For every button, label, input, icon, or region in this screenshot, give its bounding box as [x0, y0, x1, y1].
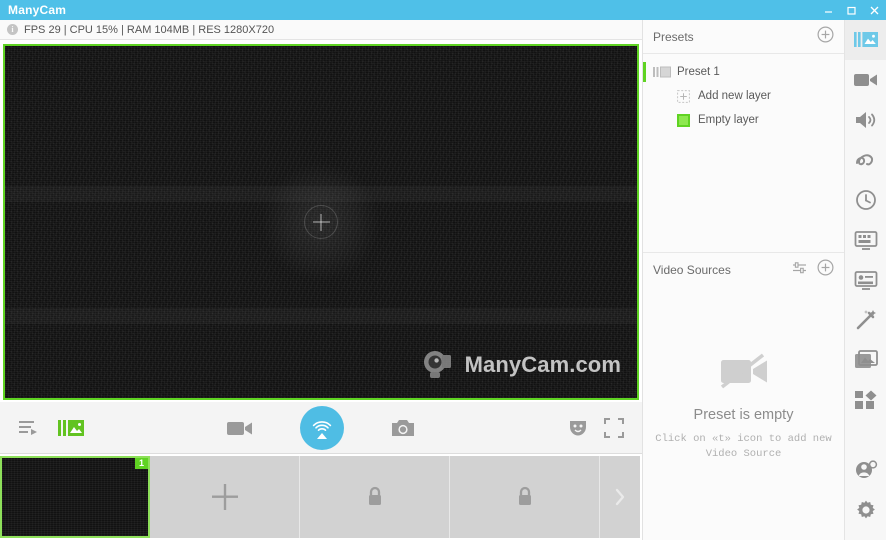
lower-third-icon [854, 270, 877, 290]
lock-icon [518, 486, 531, 505]
squiggle-draw-icon [855, 154, 873, 166]
add-source-overlay[interactable] [261, 162, 381, 282]
sidebar-item-objects[interactable] [845, 380, 886, 420]
title-bar: ManyCam [0, 0, 886, 20]
sidebar-rail [844, 20, 886, 540]
presets-list: Preset 1 Add new layer Empty layer [643, 54, 844, 132]
sidebar-item-effects[interactable] [845, 300, 886, 340]
preset-thumbnail-locked-2[interactable] [450, 456, 600, 538]
account-icon [855, 460, 877, 478]
presets-panel-header: Presets [643, 20, 844, 54]
video-sources-title: Video Sources [653, 263, 731, 277]
sidebar-item-settings[interactable] [845, 490, 886, 530]
manycam-window: ManyCam i FPS 29 | CPU 15% | RAM 104MB |… [0, 0, 886, 540]
empty-layer-label: Empty layer [698, 114, 759, 126]
info-icon[interactable]: i [7, 24, 18, 35]
snapshot-button[interactable] [390, 417, 416, 439]
source-settings-button[interactable] [792, 261, 808, 280]
gear-icon [856, 500, 875, 519]
watermark: ManyCam.com [421, 350, 621, 380]
video-sources-empty-title: Preset is empty [693, 407, 794, 423]
presets-panel-title: Presets [653, 29, 694, 44]
preset-thumbnail-add[interactable] [150, 456, 300, 538]
sidebar-item-video[interactable] [845, 60, 886, 100]
webcam-icon [423, 351, 451, 378]
camera-off-icon [720, 353, 767, 389]
masks-icon[interactable] [568, 418, 588, 437]
images-icon [854, 350, 878, 368]
playlist-icon[interactable] [18, 418, 40, 438]
plus-icon [304, 205, 338, 239]
preset-thumbnail-strip: 1 [0, 454, 642, 540]
speaker-icon [855, 112, 875, 128]
circle-plus-icon [817, 259, 834, 276]
sidebar-item-audio[interactable] [845, 100, 886, 140]
maximize-button[interactable] [840, 0, 863, 20]
add-new-layer-label: Add new layer [698, 90, 771, 102]
lock-icon [368, 486, 381, 505]
video-camera-icon [853, 74, 877, 86]
preset-number-badge: 1 [134, 458, 148, 469]
sidebar-item-chroma-key[interactable] [845, 220, 886, 260]
right-panel: Presets Preset 1 Add new layer Empty lay… [642, 20, 844, 540]
video-noise-band [5, 308, 637, 324]
preset-thumbnail-locked-1[interactable] [300, 456, 450, 538]
add-video-source-button[interactable] [817, 259, 834, 281]
presets-icon[interactable] [58, 418, 84, 438]
clock-icon [855, 190, 876, 210]
window-controls [817, 0, 886, 20]
active-preset-indicator [643, 62, 646, 82]
fullscreen-icon[interactable] [604, 417, 624, 438]
objects-grid-icon [854, 390, 876, 409]
app-title: ManyCam [8, 3, 67, 17]
main-toolbar [0, 402, 642, 454]
green-layer-icon [677, 113, 690, 127]
sliders-icon [793, 261, 806, 273]
preset-thumbnail-1[interactable]: 1 [0, 456, 150, 538]
presets-icon [853, 32, 878, 47]
add-preset-button[interactable] [817, 25, 834, 48]
sidebar-item-scheduler[interactable] [845, 180, 886, 220]
preset-label: Preset 1 [677, 66, 720, 78]
video-sources-empty-hint: Click on «t» icon to add new Video Sourc… [655, 433, 832, 460]
thumbnail-preview [2, 458, 148, 536]
chevron-right-icon [615, 488, 625, 506]
chroma-key-icon [854, 230, 877, 250]
sidebar-item-account[interactable] [845, 450, 886, 490]
video-sources-empty-state: Preset is empty Click on «t» icon to add… [643, 287, 844, 462]
circle-plus-icon [817, 25, 834, 43]
drag-handle-icon[interactable] [653, 66, 671, 78]
close-button[interactable] [863, 0, 886, 20]
empty-layer-row[interactable]: Empty layer [643, 108, 844, 132]
add-new-layer-row[interactable]: Add new layer [643, 84, 844, 108]
video-sources-header: Video Sources [643, 253, 844, 287]
stats-text: FPS 29 | CPU 15% | RAM 104MB | RES 1280X… [24, 23, 275, 36]
dashed-plus-icon [677, 89, 690, 103]
sidebar-item-draw[interactable] [845, 140, 886, 180]
broadcast-button[interactable] [300, 405, 344, 450]
thumbnail-scroll-next-button[interactable] [600, 456, 640, 538]
sidebar-item-lower-third[interactable] [845, 260, 886, 300]
preset-row-1[interactable]: Preset 1 [643, 60, 844, 84]
sidebar-item-backgrounds[interactable] [845, 340, 886, 380]
magic-wand-icon [856, 310, 876, 330]
stats-bar: i FPS 29 | CPU 15% | RAM 104MB | RES 128… [0, 20, 642, 40]
sidebar-item-presets[interactable] [844, 20, 886, 60]
record-video-button[interactable] [226, 417, 254, 439]
plus-icon [211, 484, 238, 510]
watermark-text: ManyCam.com [464, 352, 621, 377]
minimize-button[interactable] [817, 0, 840, 20]
video-preview[interactable]: ManyCam.com [3, 44, 639, 400]
